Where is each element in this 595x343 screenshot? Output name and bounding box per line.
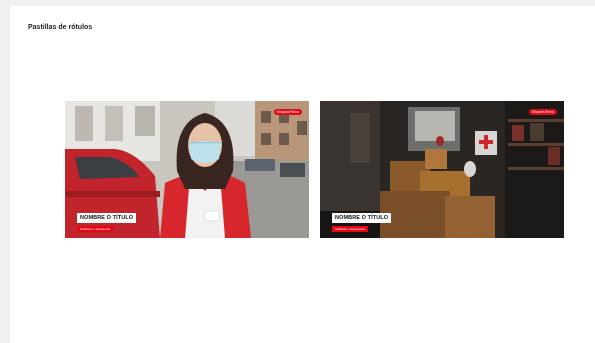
topic-tag: Etiqueta/Tema — [528, 109, 557, 115]
video-thumbnail-warehouse[interactable]: Etiqueta/Tema NOMBRE O TÍTULO Subtítulo … — [320, 101, 564, 238]
section-title: Pastillas de rótulos — [28, 24, 93, 31]
lower-third: NOMBRE O TÍTULO Subtítulo o descripción — [77, 206, 137, 232]
lower-third: NOMBRE O TÍTULO Subtítulo o descripción — [332, 206, 392, 232]
topic-tag: Etiqueta/Tema — [273, 109, 302, 115]
lower-third-subtitle: Subtítulo o descripción — [77, 226, 114, 232]
artboard: Pastillas de rótulos Etiqueta/Tema NOMBR… — [10, 6, 595, 343]
lower-third-subtitle: Subtítulo o descripción — [332, 226, 369, 232]
video-thumbnail-volunteer[interactable]: Etiqueta/Tema NOMBRE O TÍTULO Subtítulo … — [65, 101, 309, 238]
lower-third-title: NOMBRE O TÍTULO — [77, 213, 137, 223]
lower-third-title: NOMBRE O TÍTULO — [332, 213, 392, 223]
